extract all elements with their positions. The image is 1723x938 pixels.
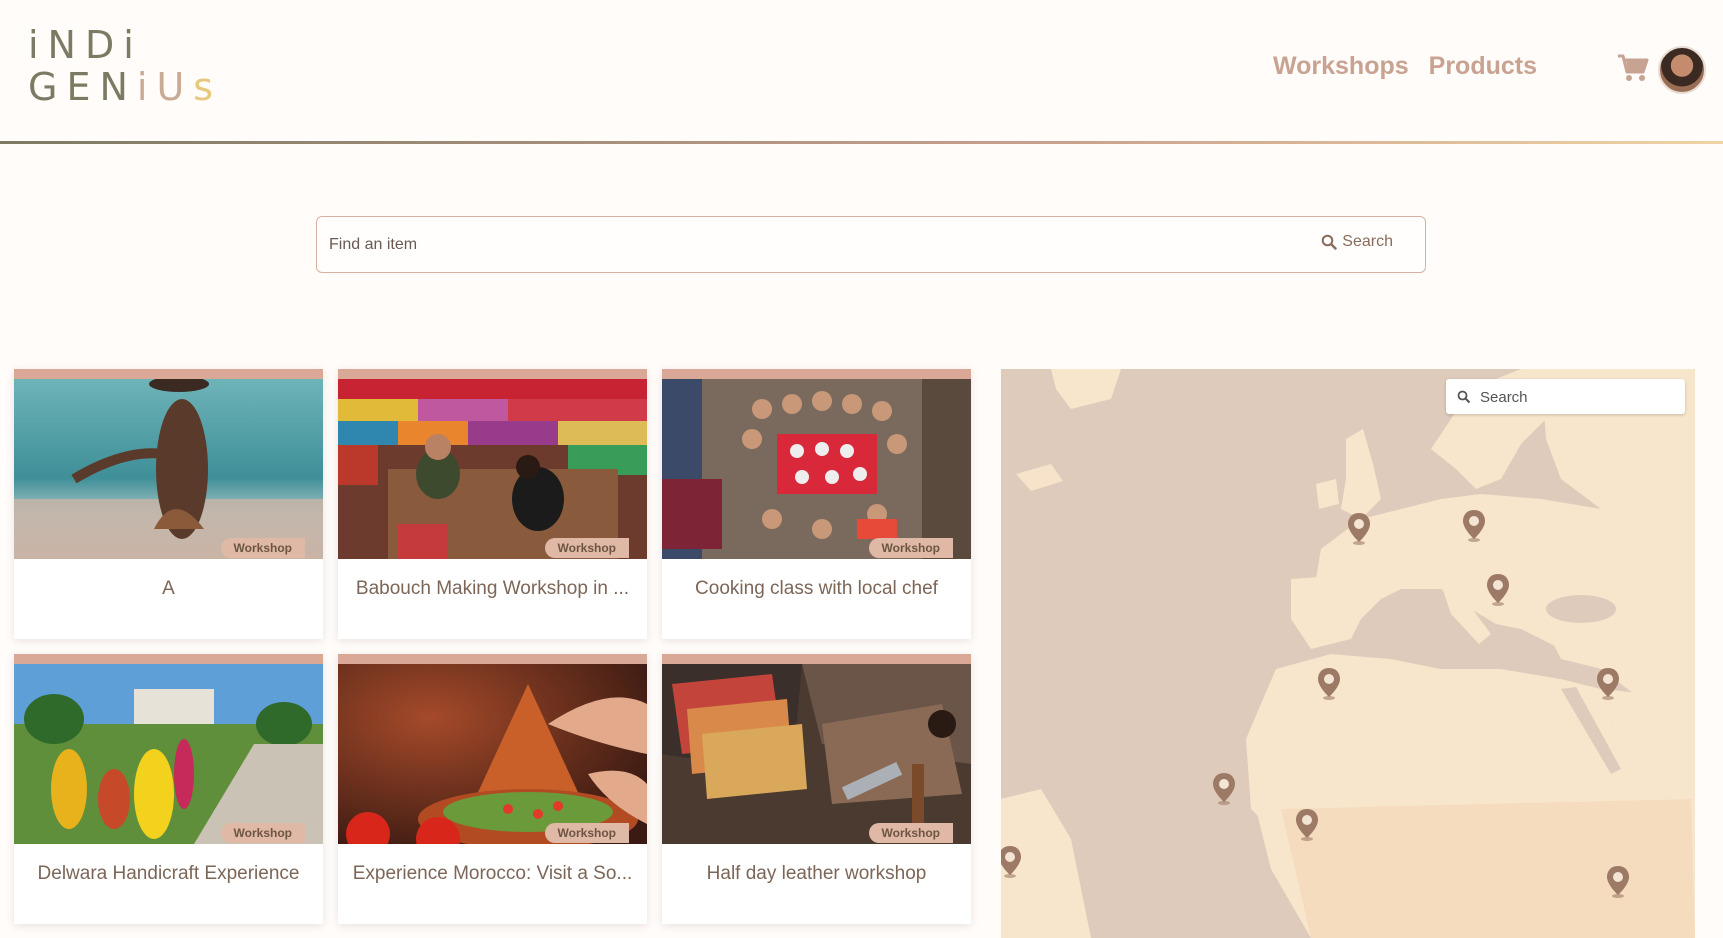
- main-nav: Workshops Products: [1273, 52, 1537, 81]
- map-pin-icon[interactable]: [1485, 573, 1511, 607]
- map-pin-icon[interactable]: [1595, 667, 1621, 701]
- card-image: [14, 379, 323, 559]
- logo-line-1: iNDi: [28, 23, 143, 67]
- card-badge: Workshop: [220, 823, 305, 843]
- map-search: [1446, 379, 1685, 414]
- nav-workshops[interactable]: Workshops: [1273, 52, 1409, 81]
- card-image: [14, 664, 323, 844]
- workshop-card[interactable]: Workshop A: [14, 369, 323, 639]
- card-title: Cooking class with local chef: [695, 578, 938, 599]
- card-title: Delwara Handicraft Experience: [37, 863, 300, 884]
- card-image: [338, 664, 647, 844]
- card-title: Half day leather workshop: [706, 863, 927, 884]
- card-image: [338, 379, 647, 559]
- card-title: A: [162, 578, 175, 599]
- card-image: [662, 379, 971, 559]
- card-image: [662, 664, 971, 844]
- card-badge: Workshop: [868, 823, 953, 843]
- map[interactable]: [1001, 369, 1695, 938]
- user-avatar[interactable]: [1658, 46, 1706, 94]
- card-title: Experience Morocco: Visit a So...: [352, 863, 633, 884]
- header-divider: [0, 141, 1723, 144]
- search-input[interactable]: [329, 231, 1229, 259]
- search-icon: [1321, 234, 1337, 250]
- map-pin-icon[interactable]: [1001, 845, 1023, 879]
- nav-products[interactable]: Products: [1429, 52, 1537, 81]
- header: iNDi GENiUs Workshops Products: [0, 0, 1723, 145]
- map-pin-icon[interactable]: [1605, 865, 1631, 899]
- search-button-label: Search: [1342, 233, 1393, 250]
- card-title: Babouch Making Workshop in ...: [355, 578, 630, 599]
- logo[interactable]: iNDi GENiUs: [28, 24, 222, 108]
- workshop-card[interactable]: Workshop Cooking class with local chef: [662, 369, 971, 639]
- workshop-card[interactable]: Workshop Experience Morocco: Visit a So.…: [338, 654, 647, 924]
- cart-icon[interactable]: [1617, 53, 1649, 83]
- item-search: Search: [316, 216, 1426, 273]
- map-pin-icon[interactable]: [1211, 772, 1237, 806]
- map-pin-icon[interactable]: [1316, 667, 1342, 701]
- map-search-input[interactable]: [1480, 386, 1670, 408]
- map-pin-icon[interactable]: [1346, 512, 1372, 546]
- search-button[interactable]: Search: [1321, 233, 1393, 251]
- map-pin-icon[interactable]: [1294, 808, 1320, 842]
- card-badge: Workshop: [868, 538, 953, 558]
- map-land: [1001, 369, 1695, 938]
- card-badge: Workshop: [220, 538, 305, 558]
- map-pin-icon[interactable]: [1461, 509, 1487, 543]
- workshop-card[interactable]: Workshop Babouch Making Workshop in ...: [338, 369, 647, 639]
- search-icon: [1457, 390, 1471, 404]
- logo-line-2: GENiUs: [28, 65, 223, 109]
- workshop-card[interactable]: Workshop Half day leather workshop: [662, 654, 971, 924]
- workshop-card[interactable]: Workshop Delwara Handicraft Experience: [14, 654, 323, 924]
- card-badge: Workshop: [544, 823, 629, 843]
- card-badge: Workshop: [544, 538, 629, 558]
